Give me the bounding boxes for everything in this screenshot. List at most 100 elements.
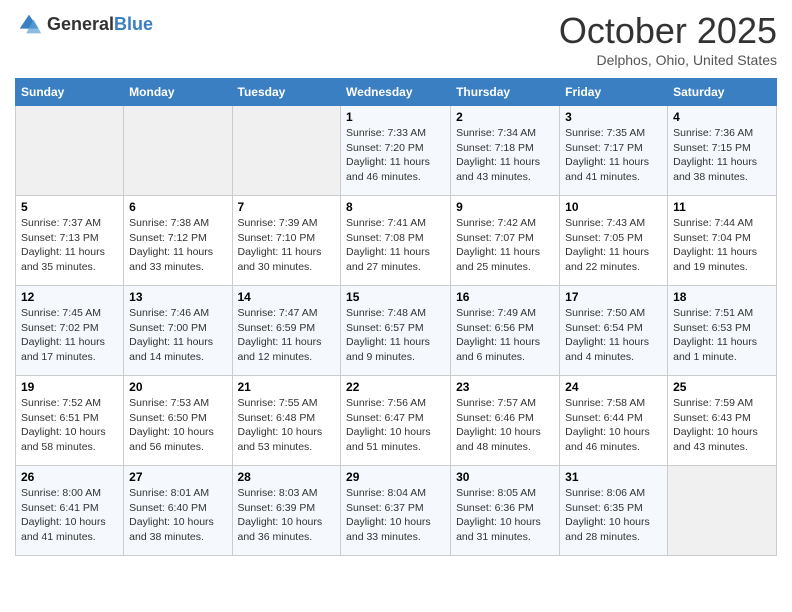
- calendar-table: SundayMondayTuesdayWednesdayThursdayFrid…: [15, 78, 777, 556]
- calendar-cell: 28 Sunrise: 8:03 AM Sunset: 6:39 PM Dayli…: [232, 466, 341, 556]
- day-info: Sunrise: 7:33 AM Sunset: 7:20 PM Dayligh…: [346, 126, 445, 185]
- day-number: 13: [129, 290, 226, 304]
- day-number: 9: [456, 200, 554, 214]
- calendar-header-row: SundayMondayTuesdayWednesdayThursdayFrid…: [16, 79, 777, 106]
- day-number: 8: [346, 200, 445, 214]
- day-header-thursday: Thursday: [451, 79, 560, 106]
- day-number: 14: [238, 290, 336, 304]
- day-info: Sunrise: 7:36 AM Sunset: 7:15 PM Dayligh…: [673, 126, 771, 185]
- calendar-cell: 7 Sunrise: 7:39 AM Sunset: 7:10 PM Daylig…: [232, 196, 341, 286]
- calendar-cell: 29 Sunrise: 8:04 AM Sunset: 6:37 PM Dayli…: [341, 466, 451, 556]
- calendar-cell: [124, 106, 232, 196]
- day-number: 28: [238, 470, 336, 484]
- day-info: Sunrise: 8:00 AM Sunset: 6:41 PM Dayligh…: [21, 486, 118, 545]
- calendar-cell: [16, 106, 124, 196]
- day-number: 1: [346, 110, 445, 124]
- day-info: Sunrise: 7:41 AM Sunset: 7:08 PM Dayligh…: [346, 216, 445, 275]
- day-number: 25: [673, 380, 771, 394]
- calendar-cell: 11 Sunrise: 7:44 AM Sunset: 7:04 PM Dayli…: [668, 196, 777, 286]
- day-number: 16: [456, 290, 554, 304]
- calendar-week-3: 12Sunrise: 7:45 AM Sunset: 7:02 PM Dayli…: [16, 286, 777, 376]
- calendar-cell: 13 Sunrise: 7:46 AM Sunset: 7:00 PM Dayli…: [124, 286, 232, 376]
- calendar-cell: 20 Sunrise: 7:53 AM Sunset: 6:50 PM Dayli…: [124, 376, 232, 466]
- calendar-cell: 8 Sunrise: 7:41 AM Sunset: 7:08 PM Daylig…: [341, 196, 451, 286]
- day-number: 7: [238, 200, 336, 214]
- calendar-cell: 14 Sunrise: 7:47 AM Sunset: 6:59 PM Dayli…: [232, 286, 341, 376]
- logo-blue: Blue: [114, 14, 153, 34]
- day-number: 27: [129, 470, 226, 484]
- calendar-week-1: 1 Sunrise: 7:33 AM Sunset: 7:20 PM Daylig…: [16, 106, 777, 196]
- day-number: 18: [673, 290, 771, 304]
- day-number: 17: [565, 290, 662, 304]
- calendar-cell: 27 Sunrise: 8:01 AM Sunset: 6:40 PM Dayli…: [124, 466, 232, 556]
- calendar-cell: 25Sunrise: 7:59 AM Sunset: 6:43 PM Dayli…: [668, 376, 777, 466]
- calendar-cell: 4 Sunrise: 7:36 AM Sunset: 7:15 PM Daylig…: [668, 106, 777, 196]
- day-info: Sunrise: 7:55 AM Sunset: 6:48 PM Dayligh…: [238, 396, 336, 455]
- day-number: 2: [456, 110, 554, 124]
- day-info: Sunrise: 8:04 AM Sunset: 6:37 PM Dayligh…: [346, 486, 445, 545]
- day-info: Sunrise: 7:52 AM Sunset: 6:51 PM Dayligh…: [21, 396, 118, 455]
- day-info: Sunrise: 7:56 AM Sunset: 6:47 PM Dayligh…: [346, 396, 445, 455]
- day-info: Sunrise: 8:03 AM Sunset: 6:39 PM Dayligh…: [238, 486, 336, 545]
- day-number: 24: [565, 380, 662, 394]
- day-info: Sunrise: 7:47 AM Sunset: 6:59 PM Dayligh…: [238, 306, 336, 365]
- calendar-cell: 10 Sunrise: 7:43 AM Sunset: 7:05 PM Dayli…: [560, 196, 668, 286]
- calendar-cell: 9 Sunrise: 7:42 AM Sunset: 7:07 PM Daylig…: [451, 196, 560, 286]
- day-number: 29: [346, 470, 445, 484]
- day-info: Sunrise: 7:46 AM Sunset: 7:00 PM Dayligh…: [129, 306, 226, 365]
- day-number: 5: [21, 200, 118, 214]
- day-info: Sunrise: 7:39 AM Sunset: 7:10 PM Dayligh…: [238, 216, 336, 275]
- day-info: Sunrise: 7:44 AM Sunset: 7:04 PM Dayligh…: [673, 216, 771, 275]
- day-info: Sunrise: 8:06 AM Sunset: 6:35 PM Dayligh…: [565, 486, 662, 545]
- calendar-cell: 23Sunrise: 7:57 AM Sunset: 6:46 PM Dayli…: [451, 376, 560, 466]
- logo-icon: [15, 10, 43, 38]
- calendar-cell: 24Sunrise: 7:58 AM Sunset: 6:44 PM Dayli…: [560, 376, 668, 466]
- day-number: 26: [21, 470, 118, 484]
- day-header-tuesday: Tuesday: [232, 79, 341, 106]
- calendar-cell: 12Sunrise: 7:45 AM Sunset: 7:02 PM Dayli…: [16, 286, 124, 376]
- day-info: Sunrise: 8:01 AM Sunset: 6:40 PM Dayligh…: [129, 486, 226, 545]
- calendar-cell: 17 Sunrise: 7:50 AM Sunset: 6:54 PM Dayli…: [560, 286, 668, 376]
- calendar-cell: 6Sunrise: 7:38 AM Sunset: 7:12 PM Daylig…: [124, 196, 232, 286]
- day-number: 11: [673, 200, 771, 214]
- logo: GeneralBlue: [15, 10, 153, 38]
- title-block: October 2025 Delphos, Ohio, United State…: [559, 10, 777, 68]
- day-header-monday: Monday: [124, 79, 232, 106]
- calendar-cell: 19 Sunrise: 7:52 AM Sunset: 6:51 PM Dayli…: [16, 376, 124, 466]
- day-number: 3: [565, 110, 662, 124]
- day-info: Sunrise: 7:50 AM Sunset: 6:54 PM Dayligh…: [565, 306, 662, 365]
- calendar-cell: [668, 466, 777, 556]
- calendar-cell: 22 Sunrise: 7:56 AM Sunset: 6:47 PM Dayli…: [341, 376, 451, 466]
- day-info: Sunrise: 7:37 AM Sunset: 7:13 PM Dayligh…: [21, 216, 118, 275]
- calendar-cell: 16Sunrise: 7:49 AM Sunset: 6:56 PM Dayli…: [451, 286, 560, 376]
- calendar-week-4: 19 Sunrise: 7:52 AM Sunset: 6:51 PM Dayli…: [16, 376, 777, 466]
- day-number: 31: [565, 470, 662, 484]
- calendar-cell: [232, 106, 341, 196]
- calendar-cell: 31 Sunrise: 8:06 AM Sunset: 6:35 PM Dayli…: [560, 466, 668, 556]
- day-info: Sunrise: 7:35 AM Sunset: 7:17 PM Dayligh…: [565, 126, 662, 185]
- day-number: 19: [21, 380, 118, 394]
- calendar-cell: 1 Sunrise: 7:33 AM Sunset: 7:20 PM Daylig…: [341, 106, 451, 196]
- calendar-body: 1 Sunrise: 7:33 AM Sunset: 7:20 PM Daylig…: [16, 106, 777, 556]
- day-number: 23: [456, 380, 554, 394]
- calendar-cell: 18 Sunrise: 7:51 AM Sunset: 6:53 PM Dayli…: [668, 286, 777, 376]
- day-info: Sunrise: 8:05 AM Sunset: 6:36 PM Dayligh…: [456, 486, 554, 545]
- day-info: Sunrise: 7:48 AM Sunset: 6:57 PM Dayligh…: [346, 306, 445, 365]
- day-info: Sunrise: 7:43 AM Sunset: 7:05 PM Dayligh…: [565, 216, 662, 275]
- day-info: Sunrise: 7:51 AM Sunset: 6:53 PM Dayligh…: [673, 306, 771, 365]
- calendar-cell: 2 Sunrise: 7:34 AM Sunset: 7:18 PM Daylig…: [451, 106, 560, 196]
- day-number: 30: [456, 470, 554, 484]
- day-number: 20: [129, 380, 226, 394]
- day-info: Sunrise: 7:34 AM Sunset: 7:18 PM Dayligh…: [456, 126, 554, 185]
- day-number: 15: [346, 290, 445, 304]
- day-number: 22: [346, 380, 445, 394]
- day-header-friday: Friday: [560, 79, 668, 106]
- day-number: 4: [673, 110, 771, 124]
- day-number: 10: [565, 200, 662, 214]
- day-info: Sunrise: 7:42 AM Sunset: 7:07 PM Dayligh…: [456, 216, 554, 275]
- location: Delphos, Ohio, United States: [559, 52, 777, 68]
- day-header-sunday: Sunday: [16, 79, 124, 106]
- day-info: Sunrise: 7:53 AM Sunset: 6:50 PM Dayligh…: [129, 396, 226, 455]
- day-number: 12: [21, 290, 118, 304]
- day-info: Sunrise: 7:38 AM Sunset: 7:12 PM Dayligh…: [129, 216, 226, 275]
